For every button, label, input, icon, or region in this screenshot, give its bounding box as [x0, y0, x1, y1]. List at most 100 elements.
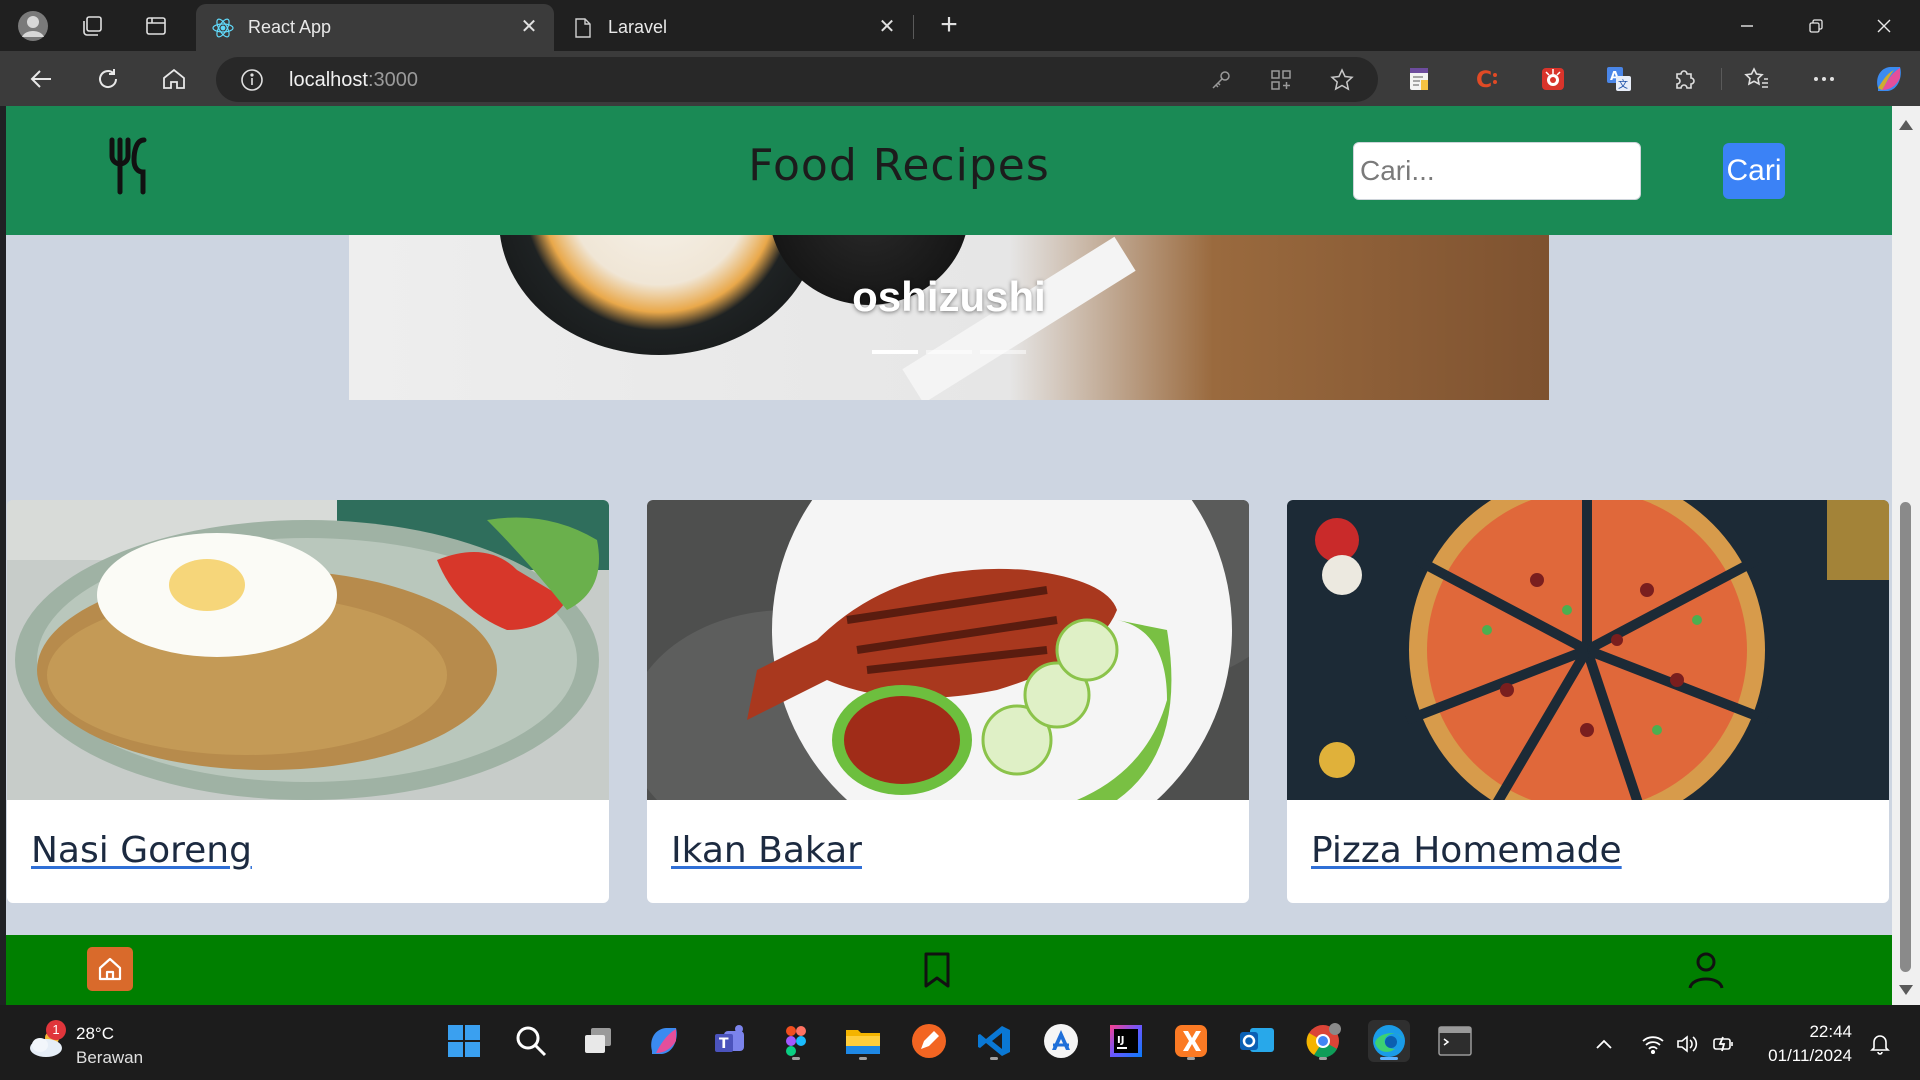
battery-charging-icon[interactable] — [1712, 1032, 1736, 1056]
chrome-icon[interactable] — [1302, 1020, 1344, 1062]
running-indicator — [990, 1057, 998, 1060]
svg-text:文: 文 — [1618, 78, 1628, 91]
active-indicator — [1380, 1057, 1398, 1060]
toolbar-separator — [1721, 68, 1722, 90]
clock-date: 01/11/2024 — [1768, 1046, 1852, 1065]
workspaces-icon[interactable] — [75, 9, 109, 43]
scroll-down-icon[interactable] — [1899, 985, 1913, 995]
search-icon[interactable] — [510, 1020, 552, 1062]
notifications-bell-icon[interactable] — [1868, 1032, 1892, 1056]
reload-icon[interactable] — [90, 61, 126, 97]
close-window-icon[interactable] — [1861, 8, 1907, 44]
user-icon[interactable] — [1683, 947, 1729, 993]
wifi-icon[interactable] — [1641, 1032, 1665, 1056]
recipe-card[interactable]: Nasi Goreng — [7, 500, 609, 903]
weather-temperature: 28°C — [76, 1024, 114, 1043]
intellij-icon[interactable]: IJ — [1105, 1020, 1147, 1062]
home-icon[interactable] — [87, 947, 133, 991]
tab-separator — [913, 15, 914, 39]
system-clock[interactable]: 22:44 01/11/2024 — [1752, 1020, 1852, 1068]
svg-text:T: T — [719, 1036, 729, 1052]
close-tab-icon[interactable]: ✕ — [876, 16, 898, 38]
address-bar[interactable]: localhost:3000 — [216, 57, 1378, 102]
nasi-goreng-image — [7, 500, 609, 800]
vscode-icon[interactable] — [973, 1020, 1015, 1062]
recipe-title-link[interactable]: Ikan Bakar — [671, 830, 862, 871]
search-button[interactable]: Cari — [1723, 143, 1785, 199]
browser-toolbar: localhost:3000 C A文 — [0, 51, 1920, 106]
scroll-thumb[interactable] — [1900, 502, 1911, 972]
recipe-card[interactable]: Pizza Homemade — [1287, 500, 1889, 903]
browser-tab-bar: React App ✕ Laravel ✕ + — [0, 0, 1920, 51]
figma-icon[interactable] — [775, 1020, 817, 1062]
close-tab-icon[interactable]: ✕ — [518, 16, 540, 38]
app-store-icon[interactable] — [1040, 1020, 1082, 1062]
outlook-icon[interactable] — [1236, 1020, 1278, 1062]
profile-avatar-icon[interactable] — [16, 9, 50, 43]
notification-badge: 1 — [46, 1020, 66, 1040]
pencil-app-icon[interactable] — [908, 1020, 950, 1062]
url-text: localhost:3000 — [289, 69, 418, 91]
app-header: Food Recipes Cari — [6, 106, 1892, 235]
new-tab-button[interactable]: + — [932, 9, 966, 43]
svg-text:IJ: IJ — [1117, 1035, 1124, 1046]
app-available-icon[interactable] — [1267, 66, 1295, 94]
ikan-bakar-image — [647, 500, 1249, 800]
tab-react-app[interactable]: React App ✕ — [196, 4, 554, 51]
teams-icon[interactable]: T — [709, 1020, 751, 1062]
favorite-star-icon[interactable] — [1328, 66, 1356, 94]
carousel-indicator[interactable] — [980, 350, 1026, 354]
page-scrollbar[interactable] — [1892, 106, 1920, 1005]
react-icon — [212, 17, 234, 39]
c-extension-icon[interactable]: C — [1472, 64, 1502, 94]
restore-icon[interactable] — [1793, 8, 1839, 44]
tab-laravel[interactable]: Laravel ✕ — [556, 4, 912, 51]
terminal-icon[interactable] — [1434, 1020, 1476, 1062]
recipe-title-link[interactable]: Pizza Homemade — [1311, 830, 1622, 871]
page-icon — [572, 17, 594, 39]
bug-extension-icon[interactable] — [1538, 64, 1568, 94]
password-key-icon[interactable] — [1207, 66, 1235, 94]
show-hidden-icons-icon[interactable] — [1592, 1032, 1616, 1056]
translate-extension-icon[interactable]: A文 — [1604, 64, 1634, 94]
weather-widget[interactable]: 1 28°C Berawan — [22, 1020, 172, 1067]
tab-actions-icon[interactable] — [139, 9, 173, 43]
svg-text:C: C — [1476, 68, 1492, 92]
start-windows-icon[interactable] — [443, 1020, 485, 1062]
scroll-up-icon[interactable] — [1899, 120, 1913, 130]
tab-title: React App — [248, 17, 332, 37]
running-indicator — [792, 1057, 800, 1060]
extensions-puzzle-icon[interactable] — [1670, 64, 1700, 94]
carousel-indicator[interactable] — [926, 350, 972, 354]
weather-description: Berawan — [76, 1048, 144, 1067]
copilot-icon[interactable] — [1871, 61, 1907, 97]
search-input[interactable] — [1353, 142, 1641, 200]
file-explorer-icon[interactable] — [842, 1020, 884, 1062]
back-icon[interactable] — [24, 61, 60, 97]
copilot-taskbar-icon[interactable] — [643, 1020, 685, 1062]
tab-title: Laravel — [608, 17, 668, 37]
page-viewport: Food Recipes Cari oshizushi — [6, 106, 1892, 1005]
clock-time: 22:44 — [1809, 1022, 1852, 1041]
favorites-icon[interactable] — [1742, 64, 1772, 94]
bottom-navigation — [6, 935, 1892, 1005]
carousel-indicator[interactable] — [872, 350, 918, 354]
xampp-icon[interactable] — [1170, 1020, 1212, 1062]
recipe-carousel[interactable]: oshizushi — [349, 235, 1549, 400]
task-view-icon[interactable] — [577, 1020, 619, 1062]
recipe-title-link[interactable]: Nasi Goreng — [31, 830, 252, 871]
notes-extension-icon[interactable] — [1404, 64, 1434, 94]
carousel-caption: oshizushi — [852, 273, 1046, 320]
site-info-icon[interactable] — [240, 68, 264, 92]
pizza-image — [1287, 500, 1889, 800]
recipe-card[interactable]: Ikan Bakar — [647, 500, 1249, 903]
windows-taskbar: 1 28°C Berawan T IJ 22:44 01/11/2024 — [0, 1005, 1920, 1080]
running-indicator — [859, 1057, 867, 1060]
more-options-icon[interactable] — [1809, 64, 1839, 94]
volume-icon[interactable] — [1675, 1032, 1699, 1056]
minimize-icon[interactable] — [1724, 8, 1770, 44]
carousel-indicators — [349, 350, 1549, 354]
bookmark-icon[interactable] — [914, 947, 960, 993]
edge-icon[interactable] — [1368, 1020, 1410, 1062]
home-page-icon[interactable] — [156, 61, 192, 97]
